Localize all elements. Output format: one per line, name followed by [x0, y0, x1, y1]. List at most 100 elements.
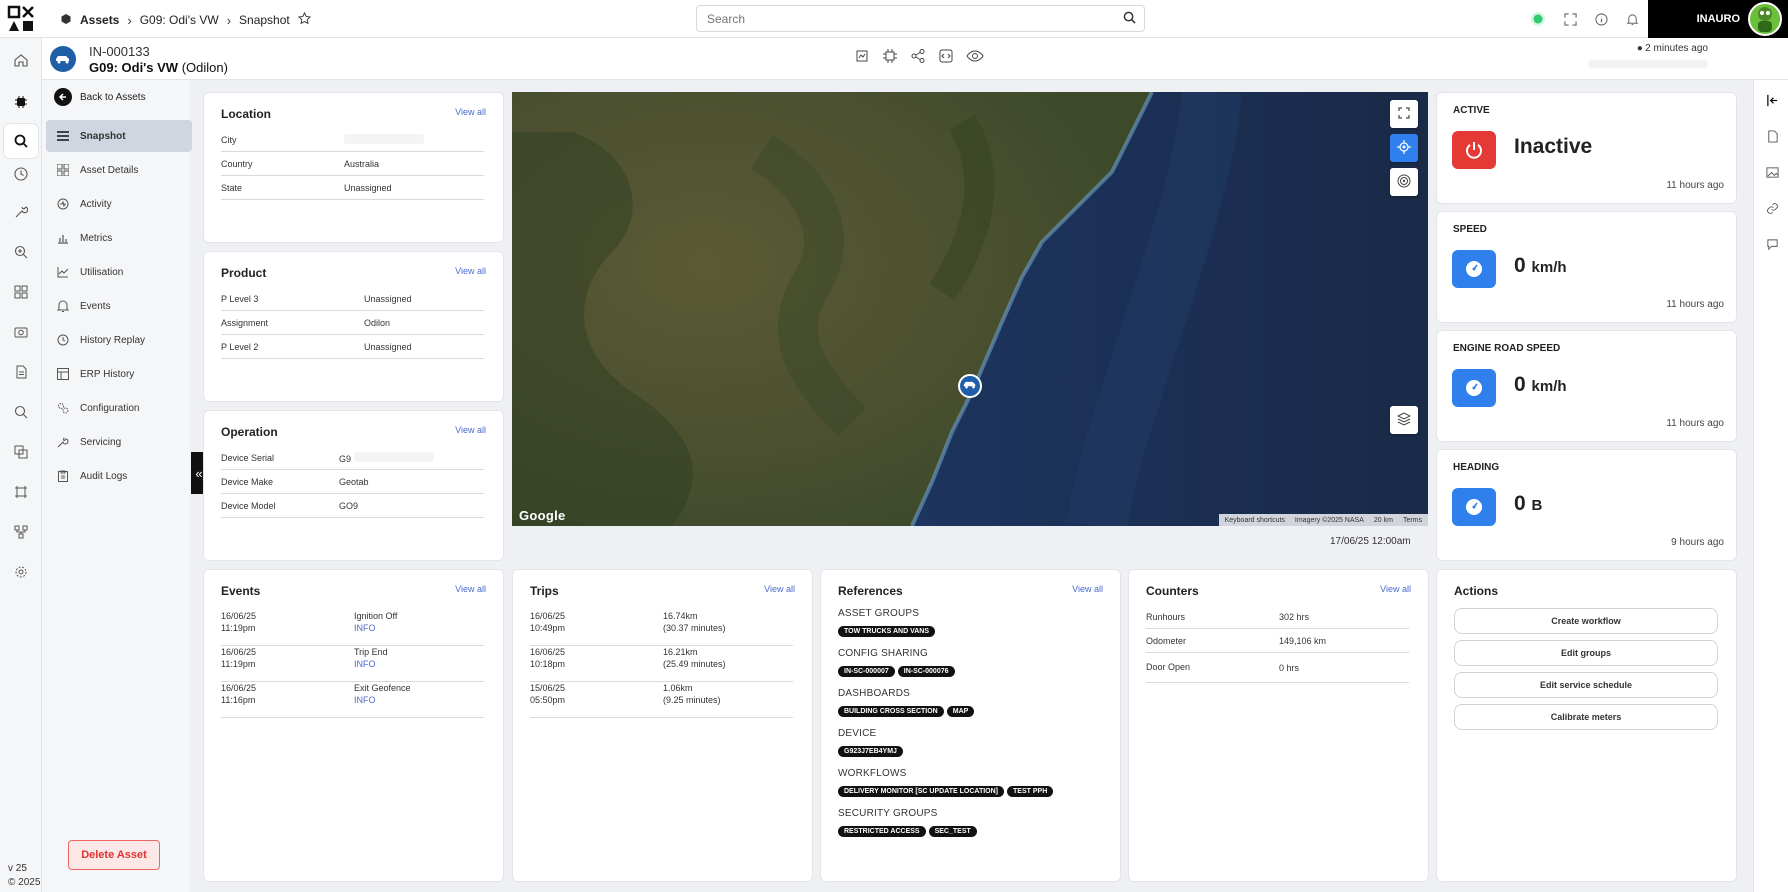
link-icon[interactable]: [1764, 200, 1780, 216]
chat-icon[interactable]: [1764, 236, 1780, 252]
app-logo[interactable]: [0, 0, 42, 38]
event-info-link[interactable]: INFO: [354, 622, 484, 634]
back-to-assets[interactable]: Back to Assets: [54, 88, 146, 106]
edit-service-schedule-button[interactable]: Edit service schedule: [1454, 672, 1718, 698]
view-all-link[interactable]: View all: [764, 584, 795, 594]
nav-utilisation[interactable]: Utilisation: [46, 256, 192, 288]
view-all-link[interactable]: View all: [1072, 584, 1103, 594]
eye-icon[interactable]: [966, 48, 984, 67]
ref-chips: DELIVERY MONITOR [SC UPDATE LOCATION] TES…: [838, 786, 1054, 797]
event-row[interactable]: 16/06/25 11:16pm Exit Geofence INFO: [221, 682, 484, 718]
asset-id: IN-000133: [89, 44, 150, 59]
event-info-link[interactable]: INFO: [354, 658, 484, 670]
map-locate-button[interactable]: [1390, 134, 1418, 162]
star-icon[interactable]: [297, 11, 311, 28]
view-all-link[interactable]: View all: [455, 584, 486, 594]
ref-chip[interactable]: IN-SC-000076: [897, 666, 955, 677]
redacted-serial: [353, 451, 434, 462]
search-box[interactable]: [696, 5, 1145, 32]
code-icon[interactable]: [938, 48, 954, 67]
nav-metrics[interactable]: Metrics: [46, 222, 192, 254]
search-icon[interactable]: [4, 124, 38, 158]
wrench-icon[interactable]: [13, 204, 29, 220]
event-row[interactable]: 16/06/25 11:19pm Ignition Off INFO: [221, 610, 484, 646]
status-indicator-icon[interactable]: [1530, 11, 1546, 30]
ref-chip[interactable]: SEC_TEST: [928, 826, 977, 837]
delete-asset-button[interactable]: Delete Asset: [68, 840, 160, 870]
hierarchy-icon[interactable]: [13, 524, 29, 540]
satellite-map[interactable]: Google Keyboard shortcuts Imagery ©2025 …: [512, 92, 1428, 526]
avatar[interactable]: [1748, 2, 1782, 36]
nav-history-replay[interactable]: History Replay: [46, 324, 192, 356]
ref-chip[interactable]: BUILDING CROSS SECTION: [838, 706, 944, 717]
user-menu[interactable]: INAURO: [1648, 0, 1788, 38]
nav-asset-details[interactable]: Asset Details: [46, 154, 192, 186]
event-row[interactable]: 16/06/25 11:19pm Trip End INFO: [221, 646, 484, 682]
dashboard-icon[interactable]: [13, 284, 29, 300]
home-icon[interactable]: [13, 52, 29, 68]
chip-icon[interactable]: [13, 94, 29, 110]
edit-groups-button[interactable]: Edit groups: [1454, 640, 1718, 666]
nav-erp-history[interactable]: ERP History: [46, 358, 192, 390]
calibrate-meters-button[interactable]: Calibrate meters: [1454, 704, 1718, 730]
clock-icon: [56, 333, 70, 347]
search-plus-icon[interactable]: [13, 404, 29, 420]
event-date: 16/06/25: [221, 683, 257, 693]
frame-icon[interactable]: [13, 484, 29, 500]
nav-servicing[interactable]: Servicing: [46, 426, 192, 458]
breadcrumb-asset[interactable]: G09: Odi's VW: [140, 13, 219, 27]
ref-chip[interactable]: MAP: [946, 706, 975, 717]
nav-configuration[interactable]: Configuration: [46, 392, 192, 424]
collapse-panel-icon[interactable]: [1764, 92, 1780, 108]
image-icon[interactable]: [1764, 164, 1780, 180]
event-info-link[interactable]: INFO: [354, 694, 484, 706]
nav-audit-logs[interactable]: Audit Logs: [46, 460, 192, 492]
kv-key: Device Serial: [221, 452, 275, 463]
chip-icon[interactable]: [882, 48, 898, 67]
kv-value: G9: [339, 451, 484, 464]
view-all-link[interactable]: View all: [455, 107, 486, 117]
nav-snapshot[interactable]: Snapshot: [46, 120, 192, 152]
map-target-button[interactable]: [1390, 168, 1418, 196]
ref-chip[interactable]: G923J7EB4YMJ: [838, 746, 903, 757]
map-fullscreen-button[interactable]: [1390, 100, 1418, 128]
nav-events[interactable]: Events: [46, 290, 192, 322]
bell-icon[interactable]: [1626, 13, 1639, 29]
zoom-icon[interactable]: [13, 244, 29, 260]
view-all-link[interactable]: View all: [455, 425, 486, 435]
ref-chip[interactable]: DELIVERY MONITOR [SC UPDATE LOCATION]: [838, 786, 1005, 797]
share-icon[interactable]: [910, 48, 926, 67]
info-icon[interactable]: [1595, 12, 1608, 29]
ref-chip[interactable]: TOW TRUCKS AND VANS: [838, 626, 936, 637]
status-time: 11 hours ago: [1666, 418, 1724, 429]
trip-duration: (25.49 minutes): [663, 659, 726, 669]
fullscreen-icon[interactable]: [1564, 12, 1577, 29]
terms-link[interactable]: Terms: [1403, 517, 1422, 524]
keyboard-shortcuts-link[interactable]: Keyboard shortcuts: [1225, 517, 1285, 524]
frame-icon[interactable]: [854, 48, 870, 67]
document-icon[interactable]: [1764, 128, 1780, 144]
trip-row[interactable]: 16/06/25 10:49pm 16.74km (30.37 minutes): [530, 610, 793, 646]
breadcrumb-assets[interactable]: Assets: [80, 13, 119, 27]
ref-chip[interactable]: TEST PPH: [1007, 786, 1054, 797]
kv-row: Device Model GO9: [221, 494, 484, 518]
search-input[interactable]: [697, 6, 1097, 31]
ref-chip[interactable]: RESTRICTED ACCESS: [838, 826, 926, 837]
document-icon[interactable]: [13, 364, 29, 380]
map-layers-button[interactable]: [1390, 406, 1418, 434]
ref-chip[interactable]: IN-SC-000007: [838, 666, 895, 677]
view-all-link[interactable]: View all: [455, 266, 486, 276]
view-all-link[interactable]: View all: [1380, 584, 1411, 594]
search-icon[interactable]: [1123, 11, 1136, 27]
trip-row[interactable]: 15/06/25 05:50pm 1.06km (9.25 minutes): [530, 682, 793, 718]
clock-icon[interactable]: [13, 166, 29, 182]
nav-activity[interactable]: Activity: [46, 188, 192, 220]
trip-row[interactable]: 16/06/25 10:18pm 16.21km (25.49 minutes): [530, 646, 793, 682]
camera-icon[interactable]: [13, 324, 29, 340]
create-workflow-button[interactable]: Create workflow: [1454, 608, 1718, 634]
settings-icon[interactable]: [13, 564, 29, 580]
trip-time: 10:18pm: [530, 659, 566, 669]
copy-icon[interactable]: [13, 444, 29, 460]
vehicle-marker[interactable]: [958, 374, 982, 398]
kv-key: State: [221, 182, 243, 193]
